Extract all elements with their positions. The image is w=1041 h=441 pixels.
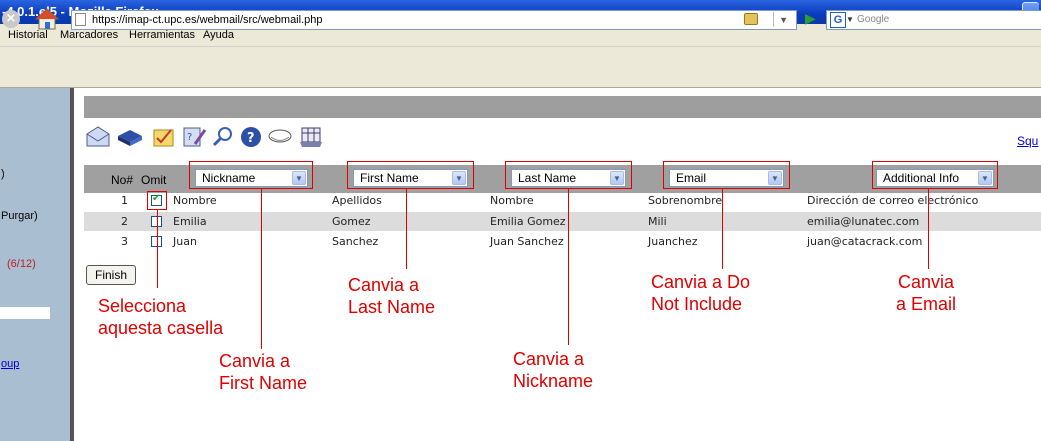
content-header-bar — [84, 96, 1041, 118]
options-icon[interactable]: ? — [181, 124, 207, 150]
addresses-icon[interactable] — [117, 124, 143, 150]
calendar-icon[interactable] — [298, 124, 324, 150]
sidebar-input[interactable] — [0, 307, 50, 319]
table-cell: Juan Sanchez — [490, 235, 564, 248]
annotation-line — [261, 189, 262, 349]
row-number: 1 — [121, 194, 128, 207]
highlight-box — [347, 161, 474, 189]
filters-icon[interactable] — [267, 124, 293, 150]
annotation-first-name: Canvia a First Name — [219, 351, 308, 393]
annotation-line — [722, 189, 723, 269]
svg-text:?: ? — [247, 131, 255, 146]
url-separator — [773, 12, 774, 27]
annotation-line — [928, 189, 929, 269]
table-cell: Emilia — [173, 215, 207, 228]
compose-icon[interactable] — [85, 124, 111, 150]
page-icon — [75, 13, 86, 26]
annotation-last-name: Canvia a Last Name — [348, 275, 436, 317]
annotation-email: Canvia a Email — [896, 272, 957, 314]
sidebar-item-purgar[interactable]: Purgar) — [1, 210, 38, 222]
stop-icon[interactable]: × — [2, 10, 20, 28]
search-icon[interactable] — [210, 124, 236, 150]
url-text: https://imap-ct.upc.es/webmail/src/webma… — [92, 14, 323, 26]
table-cell: juan@catacrack.com — [807, 235, 923, 248]
annotation-line — [157, 209, 158, 288]
table-cell: Nombre — [490, 194, 534, 207]
annotation-line — [406, 189, 407, 269]
table-cell: Dirección de correo electrónico — [807, 194, 979, 207]
home-icon[interactable] — [34, 6, 60, 32]
highlight-box — [663, 161, 790, 189]
highlight-box — [147, 191, 167, 210]
help-icon[interactable]: ? — [238, 124, 264, 150]
sidebar-item[interactable]: ) — [1, 168, 5, 180]
table-cell: Juanchez — [648, 235, 698, 248]
table-cell: emilia@lunatec.com — [807, 215, 920, 228]
annotation-line — [568, 189, 569, 345]
finish-button[interactable]: Finish — [86, 265, 136, 285]
annotation-do-not-include: Canvia a Do Not Include — [651, 272, 751, 314]
go-icon[interactable]: ▶ — [805, 10, 819, 28]
lock-icon[interactable] — [744, 13, 758, 25]
row-number: 3 — [121, 235, 128, 248]
annotation-nickname: Canvia a Nickname — [513, 349, 594, 391]
header-omit: Omit — [141, 173, 167, 187]
search-placeholder: Google — [857, 14, 890, 25]
table-cell: Mili — [648, 215, 667, 228]
table-cell: Sanchez — [332, 235, 379, 248]
annotation-select-checkbox: Selecciona aquesta casella — [98, 296, 224, 338]
table-cell: Apellidos — [332, 194, 382, 207]
header-no: No# — [111, 173, 134, 187]
folders-icon[interactable] — [151, 124, 177, 150]
table-cell: Juan — [173, 235, 197, 248]
sidebar-item-count[interactable]: (6/12) — [7, 258, 36, 270]
chevron-down-icon[interactable]: ▼ — [846, 11, 854, 29]
chevron-down-icon[interactable]: ▼ — [779, 11, 788, 29]
navigation-toolbar — [0, 47, 1041, 88]
table-cell: Nombre — [173, 194, 217, 207]
url-bar[interactable]: https://imap-ct.upc.es/webmail/src/webma… — [71, 10, 797, 30]
google-icon[interactable]: G — [830, 12, 846, 28]
search-input[interactable]: G ▼ Google — [826, 10, 1041, 30]
frame-divider — [70, 88, 74, 441]
svg-text:?: ? — [187, 132, 192, 143]
highlight-box — [872, 161, 998, 189]
table-cell: Emilia Gomez — [490, 215, 566, 228]
table-cell: Sobrenombre — [648, 194, 723, 207]
highlight-box — [189, 161, 313, 189]
squirrelmail-link[interactable]: Squ — [1017, 134, 1038, 148]
table-cell: Gomez — [332, 215, 371, 228]
sidebar-link-group[interactable]: oup — [1, 358, 19, 370]
highlight-box — [505, 161, 632, 189]
row-number: 2 — [121, 215, 128, 228]
left-sidebar: ) Purgar) (6/12) oup — [0, 88, 70, 441]
